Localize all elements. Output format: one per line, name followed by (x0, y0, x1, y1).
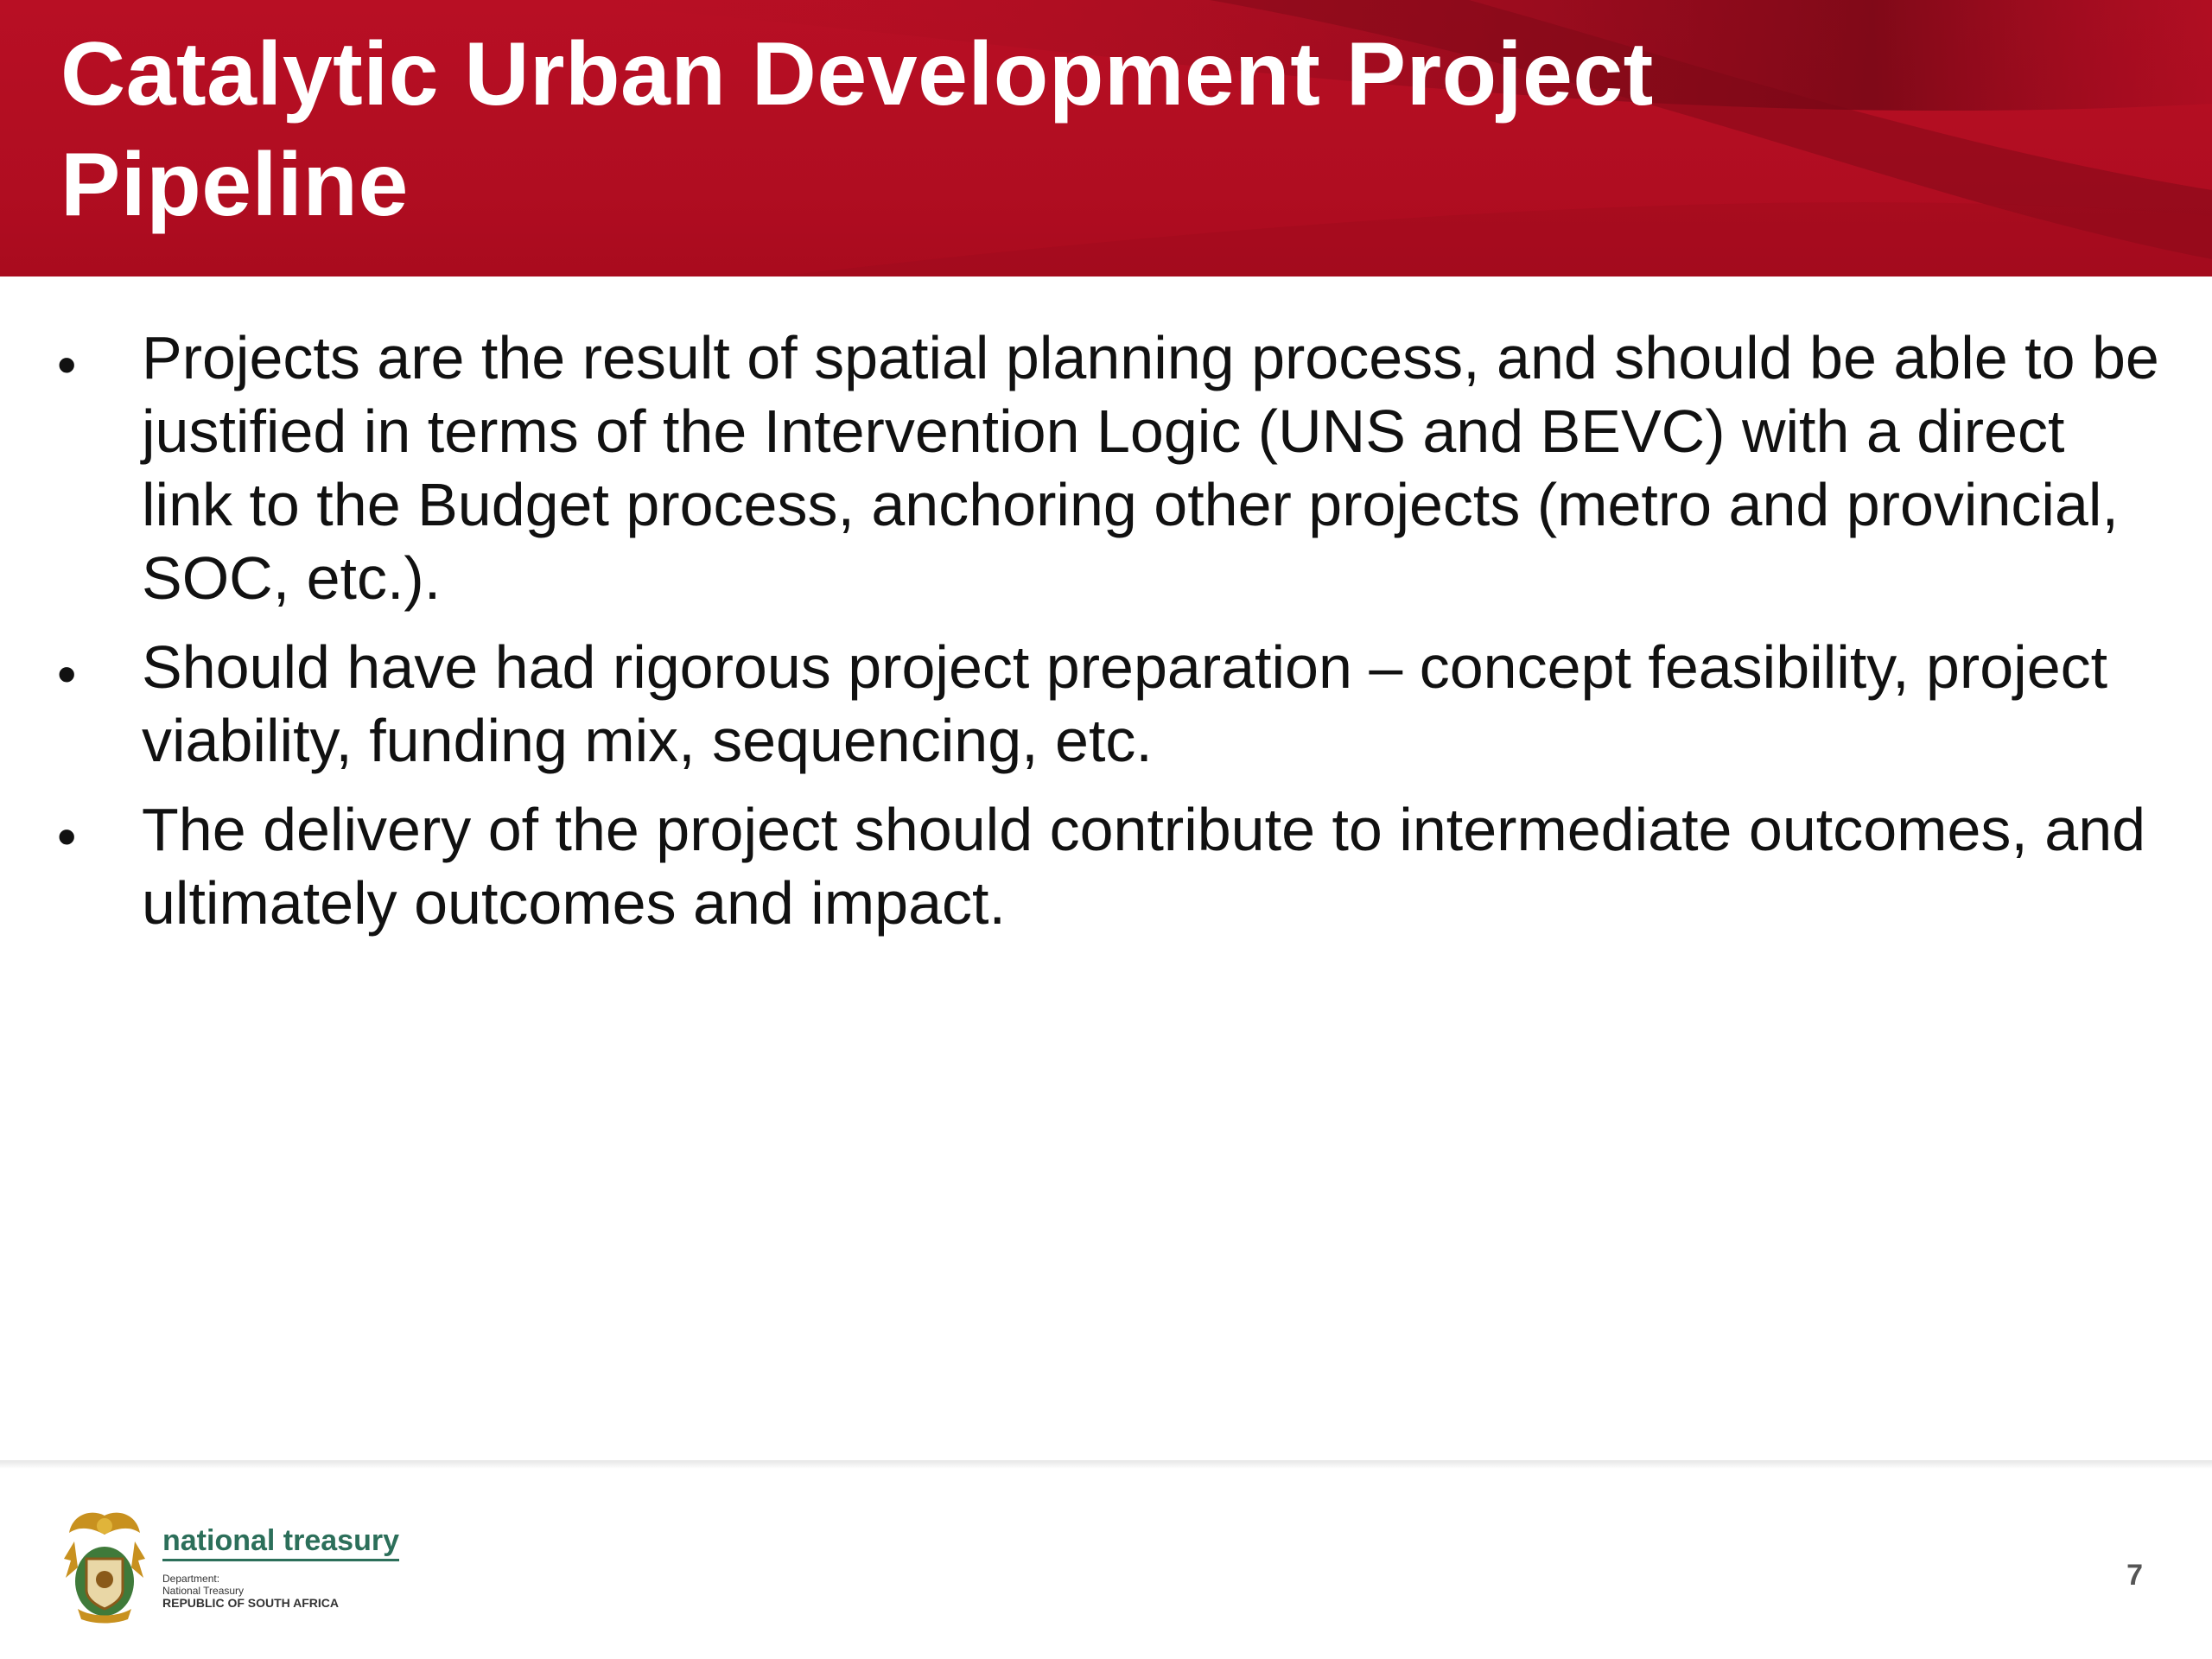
department-label: Department: (162, 1573, 220, 1585)
bullet-text: Projects are the result of spatial plann… (142, 324, 2159, 612)
bullet-item-3: • The delivery of the project should con… (52, 793, 2160, 940)
title-line-1: Catalytic Urban Development Project (60, 24, 1654, 124)
bullet-text: The delivery of the project should contr… (142, 796, 2146, 937)
national-treasury-logo: national treasury Department: National T… (57, 1507, 399, 1628)
bullet-text: Should have had rigorous project prepara… (142, 633, 2108, 774)
bullet-icon: • (57, 643, 77, 705)
slide-title: Catalytic Urban Development Project Pipe… (60, 19, 2048, 240)
page-number: 7 (2126, 1559, 2143, 1592)
bullet-item-1: • Projects are the result of spatial pla… (52, 321, 2160, 615)
country-name: REPUBLIC OF SOUTH AFRICA (162, 1596, 340, 1610)
bullet-icon: • (57, 805, 77, 868)
bullet-list: • Projects are the result of spatial pla… (52, 321, 2160, 956)
footer-divider (0, 1460, 2212, 1469)
title-line-2: Pipeline (60, 135, 409, 235)
coat-of-arms-icon (64, 1512, 145, 1624)
bullet-icon: • (57, 334, 77, 396)
department-name: National Treasury (162, 1585, 245, 1597)
title-banner: Catalytic Urban Development Project Pipe… (0, 0, 2212, 276)
bullet-item-2: • Should have had rigorous project prepa… (52, 631, 2160, 778)
brand-name: national treasury (162, 1524, 399, 1561)
slide: Catalytic Urban Development Project Pipe… (0, 0, 2212, 1659)
